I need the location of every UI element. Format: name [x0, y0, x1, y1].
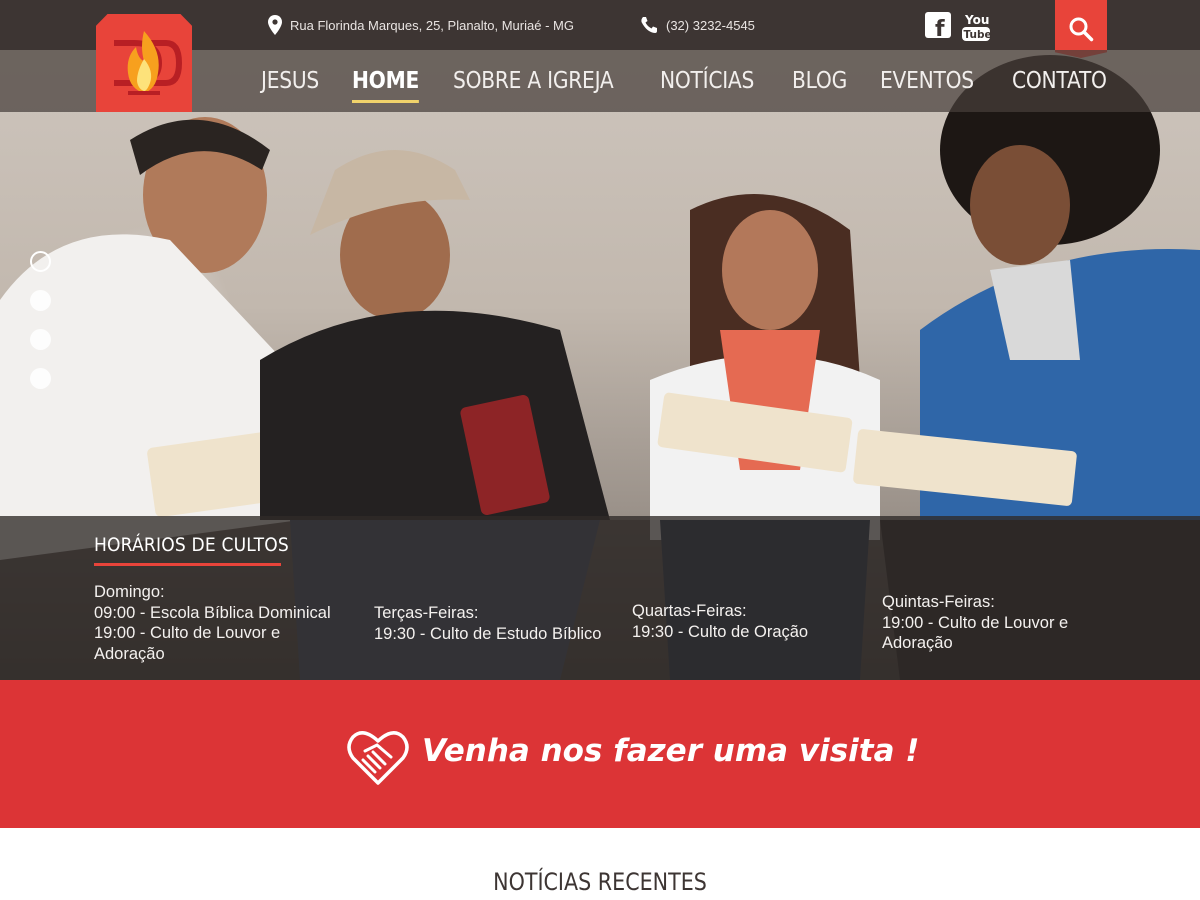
location-pin-icon — [268, 15, 282, 35]
phone-info[interactable]: (32) 3232-4545 — [640, 0, 755, 50]
nav-home[interactable]: HOME — [351, 67, 419, 103]
schedule-quartas: Quartas-Feiras: 19:30 - Culto de Oração — [632, 601, 808, 642]
schedule-domingo: Domingo: 09:00 - Escola Bíblica Dominica… — [94, 582, 331, 664]
nav-noticias[interactable]: NOTÍCIAS — [660, 67, 754, 95]
recent-news-title: NOTÍCIAS RECENTES — [493, 868, 707, 896]
nav-sobre-a-igreja[interactable]: SOBRE A IGREJA — [453, 67, 614, 95]
address-text: Rua Florinda Marques, 25, Planalto, Muri… — [290, 17, 574, 33]
church-logo[interactable] — [96, 14, 192, 112]
schedule-line: 19:00 - Culto de Louvor e — [882, 613, 1069, 632]
slider-dot-2[interactable] — [30, 290, 51, 311]
schedule-day: Terças-Feiras: — [374, 604, 479, 622]
flame-logo-icon — [114, 31, 183, 95]
schedule-title: HORÁRIOS DE CULTOS — [94, 534, 289, 556]
facebook-label: f — [935, 17, 945, 38]
schedule-line: 09:00 - Escola Bíblica Dominical — [94, 603, 331, 622]
schedule-line: Adoração — [94, 644, 165, 663]
handshake-heart-icon — [347, 731, 409, 785]
youtube-link[interactable]: You Tube — [962, 12, 992, 42]
schedule-tercas: Terças-Feiras: 19:30 - Culto de Estudo B… — [374, 603, 601, 644]
schedule-quintas: Quintas-Feiras: 19:00 - Culto de Louvor … — [882, 592, 1068, 654]
nav-contato[interactable]: CONTATO — [1012, 67, 1107, 95]
schedule-line: 19:30 - Culto de Estudo Bíblico — [374, 624, 602, 643]
schedule-day: Quintas-Feiras: — [882, 593, 995, 611]
main-nav: JESUS HOME SOBRE A IGREJA NOTÍCIAS BLOG … — [261, 50, 1144, 112]
youtube-label-bottom: Tube — [964, 29, 992, 41]
youtube-icon: You Tube — [962, 13, 992, 41]
slider-dot-3[interactable] — [30, 329, 51, 350]
search-icon — [1069, 17, 1094, 42]
phone-icon — [641, 17, 657, 33]
slider-dot-4[interactable] — [30, 368, 51, 389]
nav-jesus[interactable]: JESUS — [261, 67, 319, 95]
address-info: Rua Florinda Marques, 25, Planalto, Muri… — [268, 0, 574, 50]
facebook-icon: f — [925, 12, 951, 38]
schedule-day: Quartas-Feiras: — [632, 602, 747, 620]
schedule-title-underline — [94, 563, 281, 566]
schedule-line: Adoração — [882, 634, 953, 652]
phone-text: (32) 3232-4545 — [666, 17, 755, 33]
nav-eventos[interactable]: EVENTOS — [880, 67, 974, 95]
youtube-label-top: You — [964, 13, 989, 27]
schedule-line: 19:30 - Culto de Oração — [632, 622, 809, 641]
slider-dot-1[interactable] — [30, 251, 51, 272]
nav-blog[interactable]: BLOG — [792, 67, 847, 95]
schedule-day: Domingo: — [94, 583, 165, 601]
visit-text: Venha nos fazer uma visita ! — [422, 733, 920, 769]
facebook-link[interactable]: f — [925, 12, 951, 38]
schedule-line: 19:00 - Culto de Louvor e — [94, 624, 281, 642]
slider-dots — [30, 251, 51, 407]
